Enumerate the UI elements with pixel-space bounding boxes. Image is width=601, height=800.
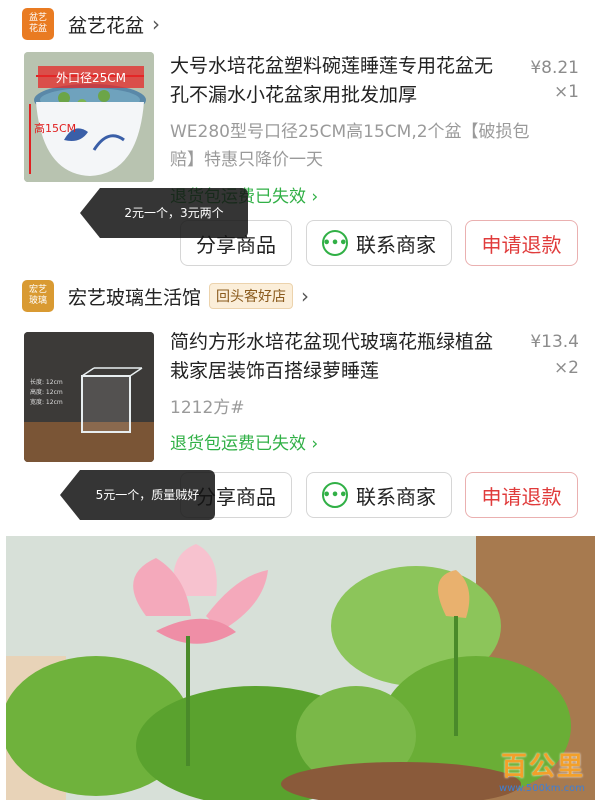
chat-icon: ••• — [322, 230, 348, 256]
shop-header[interactable]: 盆艺 花盆 盆艺花盆 › — [22, 8, 160, 40]
contact-seller-button[interactable]: ••• 联系商家 — [306, 472, 452, 518]
chevron-right-icon[interactable]: › — [301, 284, 309, 308]
shop-logo: 盆艺 花盆 — [22, 8, 54, 40]
chat-icon: ••• — [322, 482, 348, 508]
shop-name[interactable]: 宏艺玻璃生活馆 — [68, 283, 201, 310]
product-price: ¥8.21 — [530, 58, 579, 78]
shop-header[interactable]: 宏艺 玻璃 宏艺玻璃生活馆 回头客好店 › — [22, 280, 309, 312]
thumb-label-diameter: 外口径25CM — [56, 71, 126, 85]
lotus-photo: 百公里 www.500km.com — [6, 536, 595, 800]
thumb-dimension-length: 长度: 12cm — [30, 378, 63, 386]
product-spec: WE280型号口径25CM高15CM,2个盆【破损包赔】特惠只降价一天 — [170, 122, 530, 170]
product-spec: 1212方# — [170, 398, 245, 418]
flowerpot-image: 外口径25CM 高15CM — [24, 52, 154, 182]
product-thumbnail[interactable]: 长度: 12cm 高度: 12cm 宽度: 12cm — [24, 332, 154, 462]
contact-seller-button[interactable]: ••• 联系商家 — [306, 220, 452, 266]
thumb-label-height: 高15CM — [34, 121, 76, 135]
shop-logo: 宏艺 玻璃 — [22, 280, 54, 312]
site-watermark: 百公里 www.500km.com — [499, 746, 585, 794]
repeat-customer-badge: 回头客好店 — [209, 283, 294, 309]
product-title[interactable]: 简约方形水培花盆现代玻璃花瓶绿植盆栽家居装饰百搭绿萝睡莲 — [170, 328, 510, 386]
price-note-tooltip: 2元一个，3元两个 — [80, 188, 248, 238]
shop-name[interactable]: 盆艺花盆 — [68, 11, 144, 38]
request-refund-button[interactable]: 申请退款 — [465, 220, 578, 266]
product-title[interactable]: 大号水培花盆塑料碗莲睡莲专用花盆无孔不漏水小花盆家用批发加厚 — [170, 52, 510, 110]
product-quantity: ×2 — [553, 358, 579, 378]
glass-vase-image: 长度: 12cm 高度: 12cm 宽度: 12cm — [24, 332, 154, 462]
watermark-text: 百公里 — [500, 752, 585, 782]
thumb-dimension-width: 宽度: 12cm — [30, 398, 63, 406]
chevron-right-icon[interactable]: › — [152, 12, 160, 36]
product-quantity: ×1 — [553, 82, 579, 102]
thumb-dimension-height: 高度: 12cm — [30, 388, 63, 396]
request-refund-button[interactable]: 申请退款 — [465, 472, 578, 518]
price-note-tooltip: 5元一个，质量贼好 — [60, 470, 215, 520]
return-policy-link[interactable]: 退货包运费已失效 › — [170, 429, 318, 454]
product-price: ¥13.4 — [530, 332, 579, 352]
watermark-url: www.500km.com — [499, 783, 585, 794]
product-thumbnail[interactable]: 外口径25CM 高15CM — [24, 52, 154, 182]
